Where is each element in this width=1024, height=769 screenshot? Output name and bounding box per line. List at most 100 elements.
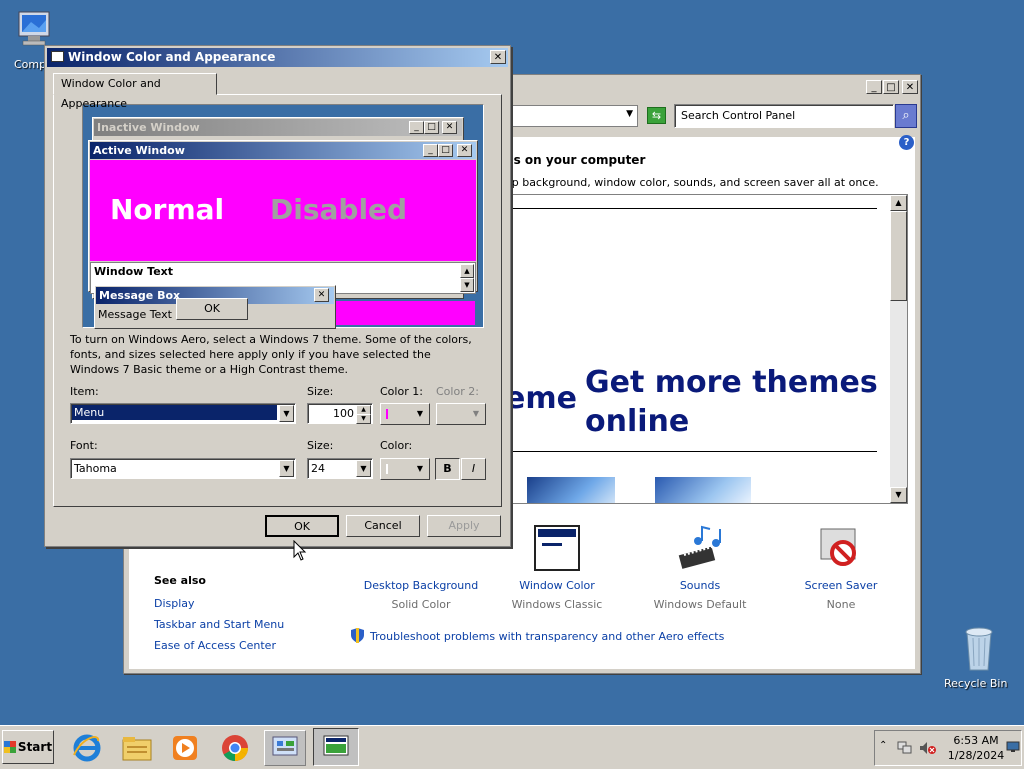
color1-picker[interactable]: ▼ (380, 403, 430, 425)
clock-time[interactable]: 6:53 AM (951, 734, 1001, 747)
desktop-background-label[interactable]: Desktop Background (359, 579, 483, 592)
desktop-background-value: Solid Color (391, 598, 451, 611)
bold-toggle[interactable]: B (435, 458, 460, 480)
taskbar-start-menu-link[interactable]: Taskbar and Start Menu (154, 618, 284, 631)
cancel-button[interactable]: Cancel (346, 515, 420, 537)
preview-disabled-text: Disabled (270, 193, 408, 226)
themes-scrollbar[interactable]: ▲ ▼ (890, 195, 907, 503)
screen-saver-value: None (826, 598, 856, 611)
font-color-label: Color: (380, 439, 413, 452)
window-color-item[interactable]: Window Color Windows Classic (499, 579, 615, 611)
address-bar[interactable]: ▼ (504, 105, 638, 127)
theme-thumbnail[interactable] (527, 477, 615, 503)
shield-icon (351, 628, 364, 643)
font-dropdown-arrow[interactable]: ▼ (279, 460, 294, 477)
color1-label: Color 1: (380, 385, 423, 398)
item-size-spinner[interactable]: 100 ▲ ▼ (307, 403, 373, 424)
page-heading: ds on your computer (505, 153, 646, 167)
show-hidden-icons-icon[interactable]: ⌃ (879, 740, 887, 751)
font-color-picker[interactable]: ▼ (380, 458, 430, 480)
sounds-icon[interactable] (676, 525, 726, 571)
troubleshoot-link[interactable]: Troubleshoot problems with transparency … (370, 630, 724, 643)
network-icon[interactable] (897, 741, 913, 755)
screen-saver-item[interactable]: Screen Saver None (789, 579, 893, 611)
themes-list[interactable]: eme Get more themes online ▲ ▼ (504, 194, 908, 504)
screen-saver-icon[interactable] (817, 525, 863, 571)
italic-toggle[interactable]: I (461, 458, 486, 480)
font-select-value: Tahoma (74, 462, 117, 475)
apply-button[interactable]: Apply (427, 515, 501, 537)
help-icon[interactable]: ? (899, 135, 914, 150)
color2-picker[interactable]: ▼ (436, 403, 486, 425)
close-button[interactable]: ✕ (902, 80, 918, 94)
see-also-title: See also (154, 574, 206, 587)
volume-muted-icon[interactable] (919, 741, 937, 755)
dialog-description: To turn on Windows Aero, select a Window… (70, 333, 472, 376)
scroll-up-arrow[interactable]: ▲ (890, 195, 907, 211)
internet-explorer-icon[interactable] (66, 730, 108, 766)
system-tray: ⌃ 6:53 AM 1/28/2024 (874, 730, 1022, 766)
desktop-background-item[interactable]: Desktop Background Solid Color (359, 579, 483, 611)
get-more-themes-link[interactable]: Get more themes online (585, 363, 878, 441)
recycle-bin-icon (965, 627, 993, 671)
window-color-label[interactable]: Window Color (499, 579, 615, 592)
theme-heading-partial: eme (505, 381, 577, 416)
control-panel-taskbar-icon[interactable] (264, 730, 306, 766)
recycle-bin-desktop-icon[interactable]: Recycle Bin (944, 624, 1008, 690)
search-icon[interactable]: ⌕ (895, 104, 917, 128)
sounds-value: Windows Default (653, 598, 747, 611)
preview-scroll-down-arrow: ▼ (460, 278, 474, 292)
media-player-icon[interactable] (164, 730, 206, 766)
color2-label: Color 2: (436, 385, 479, 398)
font-color-swatch (386, 464, 388, 474)
window-color-icon[interactable] (534, 525, 580, 571)
dialog-app-icon (51, 51, 64, 62)
clock-date[interactable]: 1/28/2024 (947, 749, 1005, 762)
computer-icon (18, 11, 50, 46)
divider (505, 208, 877, 209)
chrome-icon[interactable] (214, 730, 256, 766)
preview-message-box: Message Box ✕ Message Text OK (94, 285, 336, 329)
appearance-preview[interactable]: Inactive Window _ □ ✕ Active Window _ □ … (82, 104, 484, 329)
theme-thumbnail[interactable] (655, 477, 751, 503)
preview-close-icon: ✕ (442, 121, 457, 134)
ok-button[interactable]: OK (265, 515, 339, 537)
preview-menu-area: Normal Disabled (90, 160, 476, 261)
font-size-select[interactable]: 24 ▼ (307, 458, 373, 479)
search-input[interactable]: Search Control Panel (674, 104, 894, 128)
item-dropdown-arrow[interactable]: ▼ (279, 405, 294, 422)
address-dropdown-icon[interactable]: ▼ (626, 109, 633, 119)
tab-panel: Inactive Window _ □ ✕ Active Window _ □ … (53, 94, 502, 507)
minimize-button[interactable]: _ (866, 80, 882, 94)
taskbar: Start ⌃ 6:53 AM 1/28/2024 (0, 725, 1024, 769)
recycle-bin-label: Recycle Bin (944, 677, 1008, 690)
font-select[interactable]: Tahoma ▼ (70, 458, 296, 479)
color1-swatch (386, 409, 388, 419)
sounds-label[interactable]: Sounds (644, 579, 756, 592)
mouse-cursor-icon (293, 539, 307, 565)
maximize-button[interactable]: □ (883, 80, 899, 94)
dialog-titlebar[interactable]: Window Color and Appearance ✕ (47, 48, 508, 67)
item-size-label: Size: (307, 385, 334, 398)
preview-active-window: Active Window _ □ ✕ Normal Disabled Wind… (88, 140, 478, 294)
start-button[interactable]: Start (2, 730, 54, 764)
scroll-down-arrow[interactable]: ▼ (890, 487, 907, 503)
font-color-dropdown-icon: ▼ (416, 464, 423, 473)
tab-window-color-appearance[interactable]: Window Color and Appearance (53, 73, 217, 110)
refresh-icon[interactable]: ⇆ (647, 107, 666, 124)
show-desktop-icon[interactable] (1006, 741, 1020, 753)
inactive-window-title: Inactive Window (94, 119, 462, 136)
item-select[interactable]: Menu ▼ (70, 403, 296, 424)
item-size-value: 100 (333, 407, 354, 420)
window-color-taskbar-icon[interactable] (313, 728, 359, 766)
size-down-arrow[interactable]: ▼ (356, 414, 371, 424)
display-link[interactable]: Display (154, 597, 195, 610)
window-color-appearance-dialog: Window Color and Appearance ✕ Window Col… (44, 45, 511, 547)
file-explorer-icon[interactable] (116, 730, 158, 766)
dialog-close-button[interactable]: ✕ (490, 50, 506, 64)
ease-of-access-link[interactable]: Ease of Access Center (154, 639, 276, 652)
scroll-thumb[interactable] (890, 211, 907, 301)
sounds-item[interactable]: Sounds Windows Default (644, 579, 756, 611)
screen-saver-label[interactable]: Screen Saver (789, 579, 893, 592)
font-size-dropdown-arrow[interactable]: ▼ (356, 460, 371, 477)
